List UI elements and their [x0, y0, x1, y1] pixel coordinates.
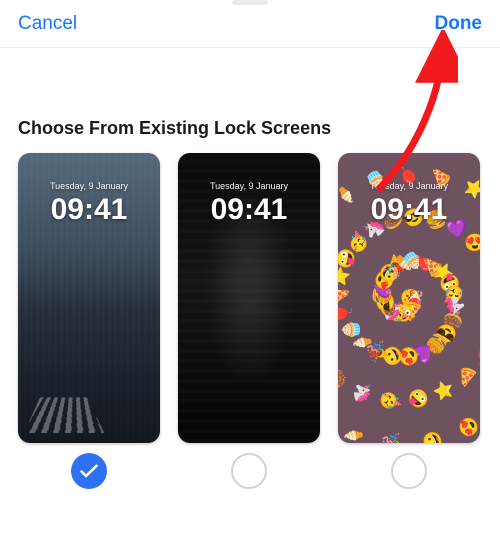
radio-selected-indicator: [71, 453, 107, 489]
radio-2[interactable]: [178, 453, 320, 489]
clock-time: 09:41: [338, 193, 480, 227]
lockscreen-thumb-3[interactable]: 😀🎉🍦🧁🎈🍕⭐🤪🥳🦄🍩😎🍔💜😍😀🎉🍦🧁🎈🍕⭐🤪🥳🦄🍩😎🍔💜😍😀🎉🍦🧁🎈🍕⭐🤪🥳🦄…: [338, 153, 480, 443]
check-icon: [80, 464, 98, 478]
clock-date: Tuesday, 9 January: [338, 181, 480, 191]
lockscreen-thumb-1[interactable]: Tuesday, 9 January 09:41: [18, 153, 160, 443]
clock-time: 09:41: [178, 193, 320, 227]
clock-date: Tuesday, 9 January: [18, 181, 160, 191]
selection-radios: [0, 443, 500, 489]
sheet-grabber[interactable]: [232, 0, 268, 5]
top-bar: Cancel Done: [0, 0, 500, 48]
clock-time: 09:41: [18, 193, 160, 227]
clock-overlay: Tuesday, 9 January 09:41: [338, 181, 480, 227]
lockscreen-thumbnails: Tuesday, 9 January 09:41 Tuesday, 9 Janu…: [0, 153, 500, 443]
cancel-button[interactable]: Cancel: [12, 9, 83, 39]
done-button[interactable]: Done: [429, 9, 489, 39]
radio-3[interactable]: [338, 453, 480, 489]
radio-unselected-indicator: [391, 453, 427, 489]
radio-unselected-indicator: [231, 453, 267, 489]
clock-overlay: Tuesday, 9 January 09:41: [178, 181, 320, 227]
clock-overlay: Tuesday, 9 January 09:41: [18, 181, 160, 227]
radio-1[interactable]: [18, 453, 160, 489]
lockscreen-thumb-2[interactable]: Tuesday, 9 January 09:41: [178, 153, 320, 443]
section-title: Choose From Existing Lock Screens: [0, 48, 500, 153]
clock-date: Tuesday, 9 January: [178, 181, 320, 191]
